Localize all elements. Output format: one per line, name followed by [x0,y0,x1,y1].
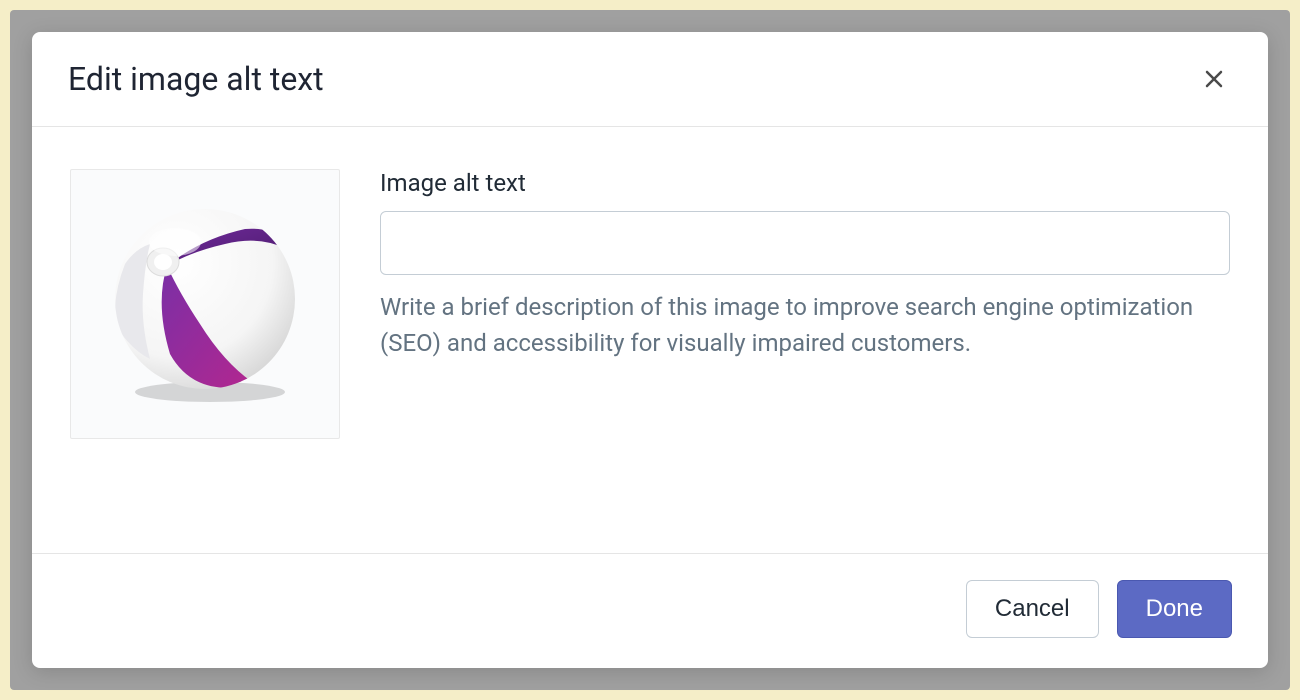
image-thumbnail [70,169,340,439]
modal-footer: Cancel Done [32,554,1268,668]
close-button[interactable] [1196,61,1232,97]
modal-backdrop: Edit image alt text [10,10,1290,690]
modal-header: Edit image alt text [32,32,1268,127]
close-icon [1202,67,1226,91]
alt-text-label: Image alt text [380,169,1230,197]
modal-title: Edit image alt text [68,60,324,98]
form-column: Image alt text Write a brief description… [380,169,1230,511]
helper-text: Write a brief description of this image … [380,289,1230,361]
alt-text-input[interactable] [380,211,1230,275]
beach-ball-icon [105,204,305,404]
cancel-button[interactable]: Cancel [966,580,1099,638]
modal-body: Image alt text Write a brief description… [32,127,1268,554]
done-button[interactable]: Done [1117,580,1232,638]
edit-alt-text-modal: Edit image alt text [32,32,1268,668]
